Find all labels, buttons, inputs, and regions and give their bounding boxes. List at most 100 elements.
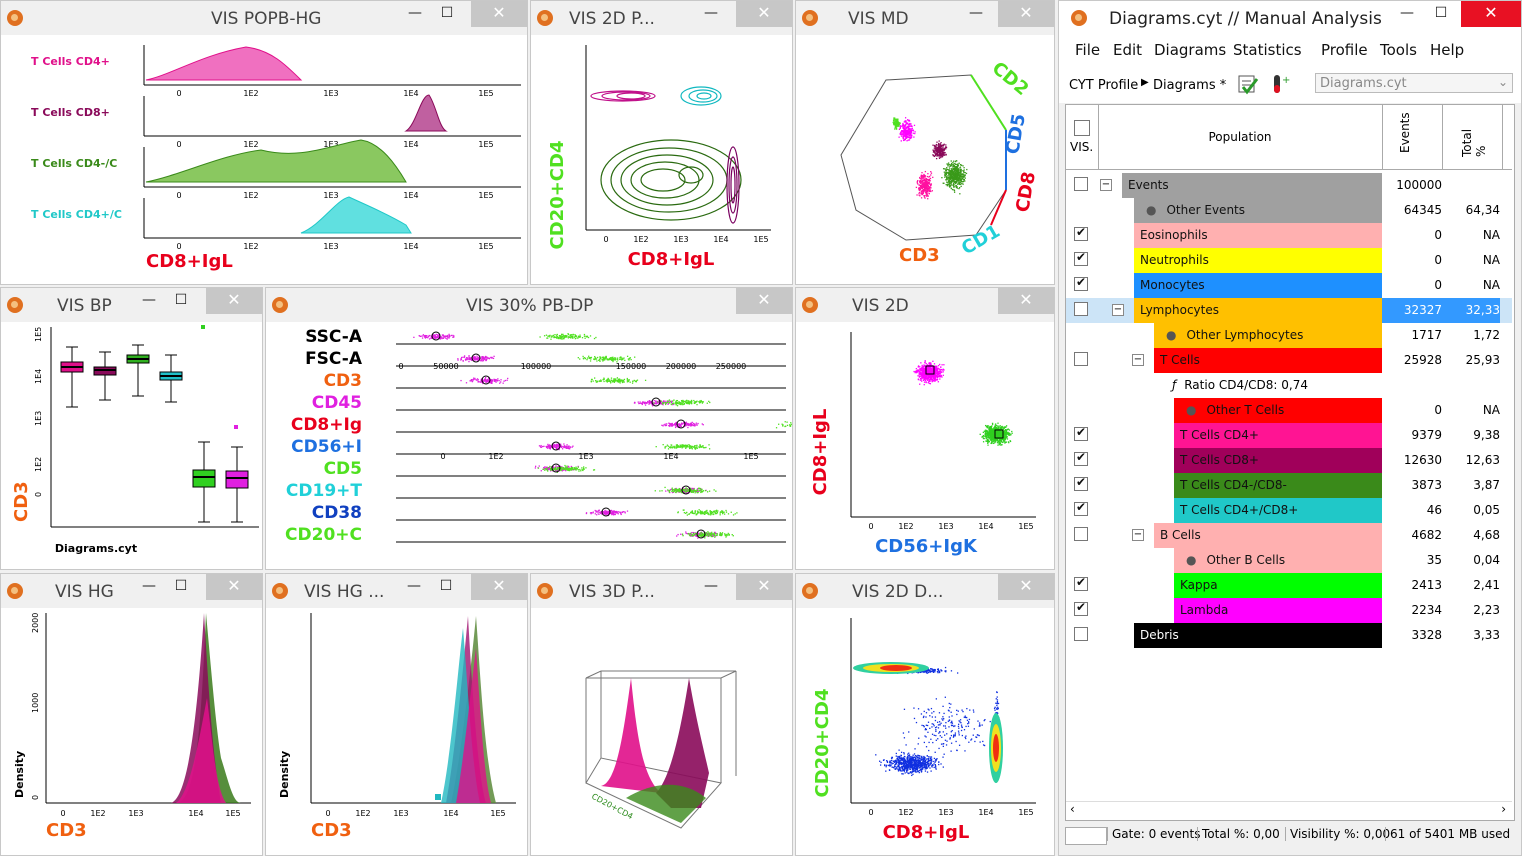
visibility-checkbox[interactable] — [1074, 225, 1088, 241]
title-bar[interactable]: VIS 2D P... — ✕ — [531, 1, 792, 35]
close-button[interactable]: ✕ — [206, 574, 262, 600]
analysis-manager-window[interactable]: Diagrams.cyt // Manual Analysis — ☐ ✕ Fi… — [1058, 0, 1522, 856]
menu-file[interactable]: File — [1075, 41, 1100, 59]
maximize-button[interactable]: ☐ — [433, 1, 461, 27]
window-2d-dot[interactable]: VIS 2D ✕ 0 1E2 1E3 1E4 1E5 CD8+IgL CD56+IgK — [795, 287, 1055, 570]
population-row[interactable]: Lambda 2234 2,23 — [1066, 598, 1512, 623]
visibility-checkbox[interactable] — [1074, 275, 1088, 291]
window-box-plot[interactable]: VIS BP — ☐ ✕ 1E5 1E4 1E3 1E2 0 CD3 Diagr… — [0, 287, 263, 570]
file-select[interactable]: Diagrams.cyt ⌄ — [1315, 73, 1513, 93]
visibility-checkbox[interactable] — [1074, 527, 1088, 541]
maximize-button[interactable]: ☐ — [1427, 1, 1455, 27]
column-events[interactable]: Events — [1382, 105, 1443, 169]
visibility-checkbox[interactable] — [1074, 600, 1088, 616]
window-2d-contour[interactable]: VIS 2D P... — ✕ 0 1E2 1E3 1E4 1E5 CD20+CD4 C… — [530, 0, 793, 285]
column-total[interactable]: Total % — [1442, 105, 1503, 169]
maximize-button[interactable]: ☐ — [432, 574, 460, 600]
population-row[interactable]: − B Cells 4682 4,68 — [1066, 523, 1512, 548]
minimize-button[interactable]: — — [1393, 1, 1421, 27]
menu-diagrams[interactable]: Diagrams — [1154, 41, 1226, 59]
close-button[interactable]: ✕ — [471, 574, 527, 600]
title-bar[interactable]: VIS BP — ☐ ✕ — [1, 288, 262, 322]
population-row[interactable]: ● Other Lymphocytes 1717 1,72 — [1066, 323, 1512, 348]
window-multidimensional[interactable]: VIS MD — ✕ CD2 CD5 CD8 CD1 CD3 — [795, 0, 1055, 285]
population-row[interactable]: Eosinophils 0 NA — [1066, 223, 1512, 248]
visibility-checkbox[interactable] — [1074, 250, 1088, 266]
minimize-button[interactable]: — — [401, 1, 429, 27]
title-bar[interactable]: Diagrams.cyt // Manual Analysis — ☐ ✕ — [1059, 1, 1521, 35]
minimize-button[interactable]: — — [400, 574, 428, 600]
population-row[interactable]: ● Other Events 64345 64,34 — [1066, 198, 1512, 223]
minimize-button[interactable]: — — [962, 1, 990, 27]
close-button[interactable]: ✕ — [998, 574, 1054, 600]
population-row[interactable]: T Cells CD8+ 12630 12,63 — [1066, 448, 1512, 473]
visibility-checkbox[interactable] — [1074, 302, 1088, 316]
population-row[interactable]: T Cells CD4-/CD8- 3873 3,87 — [1066, 473, 1512, 498]
population-row[interactable]: ● Other T Cells 0 NA — [1066, 398, 1512, 423]
title-bar[interactable]: VIS HG — ☐ ✕ — [1, 574, 262, 608]
menu-profile[interactable]: Profile — [1321, 41, 1368, 59]
close-button[interactable]: ✕ — [736, 574, 792, 600]
minimize-button[interactable]: — — [135, 574, 163, 600]
column-population[interactable]: Population — [1098, 105, 1383, 169]
population-row[interactable]: T Cells CD4+ 9379 9,38 — [1066, 423, 1512, 448]
minimize-button[interactable]: — — [135, 288, 163, 314]
breadcrumb-diagrams[interactable]: Diagrams * — [1153, 78, 1226, 93]
window-3d-plot[interactable]: VIS 3D P... — ✕ CD20+CD4 — [530, 573, 793, 856]
maximize-button[interactable]: ☐ — [167, 288, 195, 314]
column-vis[interactable]: VIS. — [1066, 105, 1099, 169]
population-row[interactable]: − Lymphocytes 32327 32,33 — [1066, 298, 1512, 323]
close-button[interactable]: ✕ — [206, 288, 262, 314]
title-bar[interactable]: VIS POPB-HG — ☐ ✕ — [1, 1, 527, 35]
visibility-checkbox[interactable] — [1074, 575, 1088, 591]
window-2d-density[interactable]: VIS 2D D... ✕ 0 1E2 1E3 1E4 1E5 CD20+CD4 CD8… — [795, 573, 1055, 856]
collapse-toggle-icon[interactable]: − — [1132, 529, 1144, 541]
visibility-checkbox[interactable] — [1074, 450, 1088, 466]
test-tube-icon[interactable]: + — [1269, 73, 1291, 95]
population-row[interactable]: Monocytes 0 NA — [1066, 273, 1512, 298]
window-histogram-2[interactable]: VIS HG ... — ☐ ✕ 0 1E2 1E3 1E4 1E5 Density C… — [265, 573, 528, 856]
close-button[interactable]: ✕ — [471, 1, 527, 27]
close-button[interactable]: ✕ — [998, 288, 1054, 314]
population-row[interactable]: Neutrophils 0 NA — [1066, 248, 1512, 273]
select-all-checkbox[interactable] — [1074, 120, 1090, 136]
maximize-button[interactable]: ☐ — [167, 574, 195, 600]
title-bar[interactable]: VIS MD — ✕ — [796, 1, 1054, 35]
visibility-checkbox[interactable] — [1074, 475, 1088, 491]
population-row[interactable]: Kappa 2413 2,41 — [1066, 573, 1512, 598]
close-button[interactable]: ✕ — [1461, 1, 1521, 27]
title-bar[interactable]: VIS 2D ✕ — [796, 288, 1054, 322]
minimize-button[interactable]: — — [697, 574, 725, 600]
visibility-checkbox[interactable] — [1074, 352, 1088, 366]
window-popb-hg[interactable]: VIS POPB-HG — ☐ ✕ T Cells CD4+ 0 1E2 1E3 1E4… — [0, 0, 528, 285]
visibility-checkbox[interactable] — [1074, 627, 1088, 641]
population-row[interactable]: T Cells CD4+/CD8+ 46 0,05 — [1066, 498, 1512, 523]
horizontal-scrollbar[interactable]: ‹ › — [1066, 801, 1512, 820]
collapse-toggle-icon[interactable]: − — [1112, 304, 1124, 316]
population-row[interactable]: ● Other B Cells 35 0,04 — [1066, 548, 1512, 573]
population-row[interactable]: − Events 100000 — [1066, 173, 1512, 198]
window-multi-parameter[interactable]: VIS 30% PB-DP ✕ SSC-A FSC-A CD3 CD45 CD8+Ig C… — [265, 287, 793, 570]
menu-edit[interactable]: Edit — [1113, 41, 1142, 59]
visibility-checkbox[interactable] — [1074, 425, 1088, 441]
checklist-icon[interactable] — [1237, 73, 1259, 95]
breadcrumb-profile[interactable]: CYT Profile — [1069, 78, 1138, 93]
minimize-button[interactable]: — — [697, 1, 725, 27]
title-bar[interactable]: VIS HG ... — ☐ ✕ — [266, 574, 527, 608]
population-row[interactable]: ƒ Ratio CD4/CD8: 0,74 — [1066, 373, 1512, 398]
population-row[interactable]: − T Cells 25928 25,93 — [1066, 348, 1512, 373]
close-button[interactable]: ✕ — [736, 1, 792, 27]
close-button[interactable]: ✕ — [736, 288, 792, 314]
window-histogram-1[interactable]: VIS HG — ☐ ✕ 2000 1000 0 0 1E2 1E3 1E4 1E5 D… — [0, 573, 263, 856]
menu-tools[interactable]: Tools — [1380, 41, 1417, 59]
scroll-right-icon[interactable]: › — [1501, 802, 1506, 816]
collapse-toggle-icon[interactable]: − — [1100, 179, 1112, 191]
title-bar[interactable]: VIS 2D D... ✕ — [796, 574, 1054, 608]
close-button[interactable]: ✕ — [998, 1, 1054, 27]
population-row[interactable]: Debris 3328 3,33 — [1066, 623, 1512, 648]
population-tree[interactable]: VIS. Population Events Total % − Events 10… — [1065, 104, 1515, 821]
visibility-checkbox[interactable] — [1074, 500, 1088, 516]
title-bar[interactable]: VIS 3D P... — ✕ — [531, 574, 792, 608]
scroll-left-icon[interactable]: ‹ — [1070, 802, 1075, 816]
visibility-checkbox[interactable] — [1074, 177, 1088, 191]
